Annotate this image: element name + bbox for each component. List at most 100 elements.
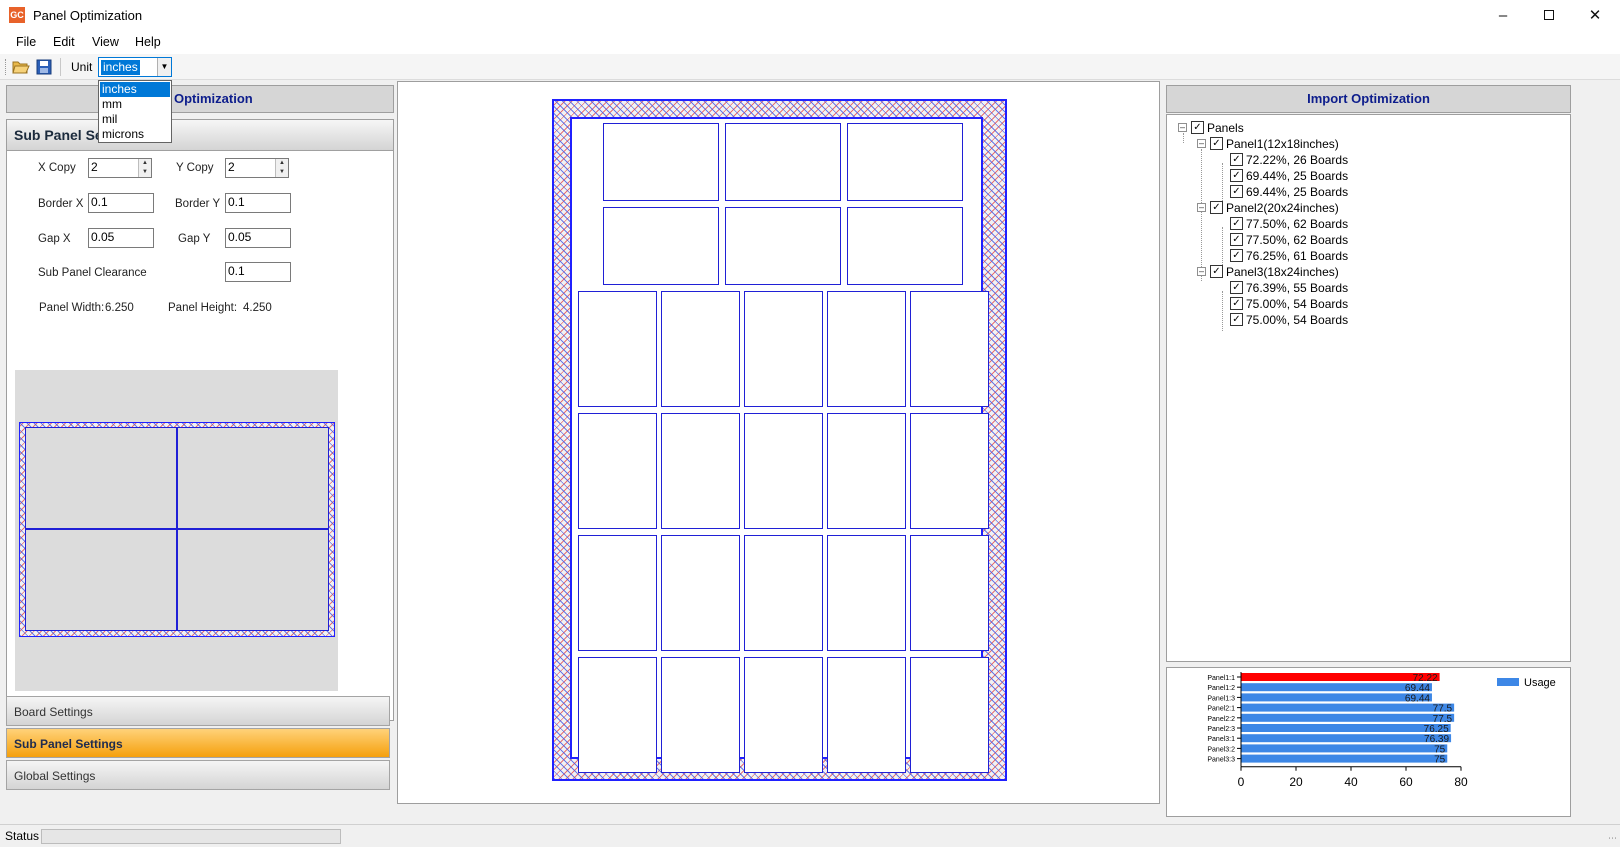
menu-view[interactable]: View	[92, 35, 119, 49]
panels-root-label[interactable]: Panels	[1207, 121, 1244, 135]
panel-layout	[552, 99, 1007, 781]
sub-panel-settings-title: Sub Panel Se	[7, 120, 393, 151]
collapse-panel1-icon[interactable]: –	[1197, 139, 1206, 148]
x-copy-value: 2	[91, 160, 98, 174]
gap-x-input[interactable]: 0.05	[88, 228, 154, 248]
close-button[interactable]: ✕	[1572, 0, 1618, 32]
chart-x-tick-label: 40	[1344, 775, 1358, 789]
chart-bar	[1241, 744, 1448, 753]
minimize-button[interactable]: –	[1480, 0, 1526, 32]
panel2-option-2[interactable]: 77.50%, 62 Boards	[1246, 233, 1348, 247]
menu-edit[interactable]: Edit	[53, 35, 75, 49]
panel1-option-3-checkbox[interactable]: ✓	[1230, 185, 1243, 198]
usage-chart: Panel1:1 72.22Panel1:2 69.44Panel1:3 69.44P…	[1207, 672, 1556, 789]
menu-file[interactable]: File	[16, 35, 36, 49]
board-cell	[661, 657, 740, 773]
board-cell	[910, 291, 989, 407]
save-icon[interactable]	[35, 58, 53, 76]
maximize-button[interactable]	[1526, 0, 1572, 32]
panel2-label[interactable]: Panel2(20x24inches)	[1226, 201, 1339, 215]
chart-category-label: Panel3:1	[1207, 736, 1235, 743]
unit-select-value: inches	[101, 60, 140, 75]
panel2-checkbox[interactable]: ✓	[1210, 201, 1223, 214]
sub-panel-clearance-input[interactable]: 0.1	[225, 262, 291, 282]
y-copy-value: 2	[228, 160, 235, 174]
sub-panel-preview	[15, 370, 338, 691]
unit-option-mm[interactable]: mm	[100, 97, 170, 112]
panel3-option-1[interactable]: 76.39%, 55 Boards	[1246, 281, 1348, 295]
panel3-option-1-checkbox[interactable]: ✓	[1230, 281, 1243, 294]
window-title: Panel Optimization	[33, 8, 143, 23]
panel3-option-2-checkbox[interactable]: ✓	[1230, 297, 1243, 310]
collapse-panel3-icon[interactable]: –	[1197, 267, 1206, 276]
gap-x-label: Gap X	[38, 233, 71, 245]
chart-category-label: Panel1:3	[1207, 695, 1235, 702]
panel1-option-1-checkbox[interactable]: ✓	[1230, 153, 1243, 166]
chart-bar	[1241, 683, 1432, 692]
panel2-option-2-checkbox[interactable]: ✓	[1230, 233, 1243, 246]
panel2-option-3[interactable]: 76.25%, 61 Boards	[1246, 249, 1348, 263]
import-optimization-header: Import Optimization	[1166, 85, 1571, 113]
open-folder-icon[interactable]	[12, 58, 30, 76]
sub-panel-preview-board	[19, 422, 335, 637]
panel1-option-3[interactable]: 69.44%, 25 Boards	[1246, 185, 1348, 199]
collapse-root-icon[interactable]: –	[1178, 123, 1187, 132]
y-copy-stepper[interactable]: 2 ▲ ▼	[225, 158, 289, 178]
chart-bar	[1241, 754, 1448, 763]
board-cell	[827, 413, 906, 529]
board-cell	[827, 657, 906, 773]
panel2-option-1[interactable]: 77.50%, 62 Boards	[1246, 217, 1348, 231]
panel3-checkbox[interactable]: ✓	[1210, 265, 1223, 278]
panel-optimization-header: Optimization	[6, 85, 394, 113]
unit-select[interactable]: inches ▼	[98, 57, 172, 77]
panel3-label[interactable]: Panel3(18x24inches)	[1226, 265, 1339, 279]
panel2-option-3-checkbox[interactable]: ✓	[1230, 249, 1243, 262]
panel2-option-1-checkbox[interactable]: ✓	[1230, 217, 1243, 230]
x-copy-stepper[interactable]: 2 ▲ ▼	[88, 158, 152, 178]
unit-option-microns[interactable]: microns	[100, 127, 170, 142]
panel3-option-3[interactable]: 75.00%, 54 Boards	[1246, 313, 1348, 327]
resize-grip-icon[interactable]: ⋯	[1608, 833, 1617, 844]
panels-root-checkbox[interactable]: ✓	[1191, 121, 1204, 134]
board-cell	[910, 413, 989, 529]
board-cell	[578, 413, 657, 529]
unit-option-inches[interactable]: inches	[100, 82, 170, 97]
chart-category-label: Panel2:1	[1207, 706, 1235, 713]
chart-bar	[1241, 734, 1452, 743]
board-cell	[744, 657, 823, 773]
board-cell	[744, 291, 823, 407]
toolbar: Unit inches ▼	[0, 54, 1620, 80]
chevron-down-icon[interactable]: ▼	[157, 58, 171, 76]
border-x-input[interactable]: 0.1	[88, 193, 154, 213]
gap-y-input[interactable]: 0.05	[225, 228, 291, 248]
panel1-option-2[interactable]: 69.44%, 25 Boards	[1246, 169, 1348, 183]
board-cell	[725, 207, 841, 285]
board-cell	[847, 123, 963, 201]
nav-global-settings[interactable]: Global Settings	[6, 760, 390, 790]
panel-height-label: Panel Height:	[168, 302, 238, 314]
preview-board-cell	[25, 529, 177, 631]
border-y-input[interactable]: 0.1	[225, 193, 291, 213]
chart-category-label: Panel3:3	[1207, 757, 1235, 764]
board-cell	[661, 413, 740, 529]
panel3-option-2[interactable]: 75.00%, 54 Boards	[1246, 297, 1348, 311]
board-cell	[578, 535, 657, 651]
collapse-panel2-icon[interactable]: –	[1197, 203, 1206, 212]
nav-sub-panel-settings[interactable]: Sub Panel Settings	[6, 728, 390, 758]
tree-connector	[1222, 227, 1223, 267]
panel1-option-1[interactable]: 72.22%, 26 Boards	[1246, 153, 1348, 167]
menu-help[interactable]: Help	[135, 35, 161, 49]
stepper-arrows-icon[interactable]: ▲ ▼	[138, 159, 151, 177]
board-cell	[827, 535, 906, 651]
nav-board-settings[interactable]: Board Settings	[6, 696, 390, 726]
panel1-option-2-checkbox[interactable]: ✓	[1230, 169, 1243, 182]
border-x-label: Border X	[38, 198, 84, 210]
chart-legend-swatch	[1497, 678, 1519, 686]
panel1-checkbox[interactable]: ✓	[1210, 137, 1223, 150]
panel-canvas[interactable]	[397, 81, 1160, 804]
panel1-label[interactable]: Panel1(12x18inches)	[1226, 137, 1339, 151]
unit-option-mil[interactable]: mil	[100, 112, 170, 127]
stepper-arrows-icon[interactable]: ▲ ▼	[275, 159, 288, 177]
panel3-option-3-checkbox[interactable]: ✓	[1230, 313, 1243, 326]
chart-category-label: Panel2:3	[1207, 726, 1235, 733]
